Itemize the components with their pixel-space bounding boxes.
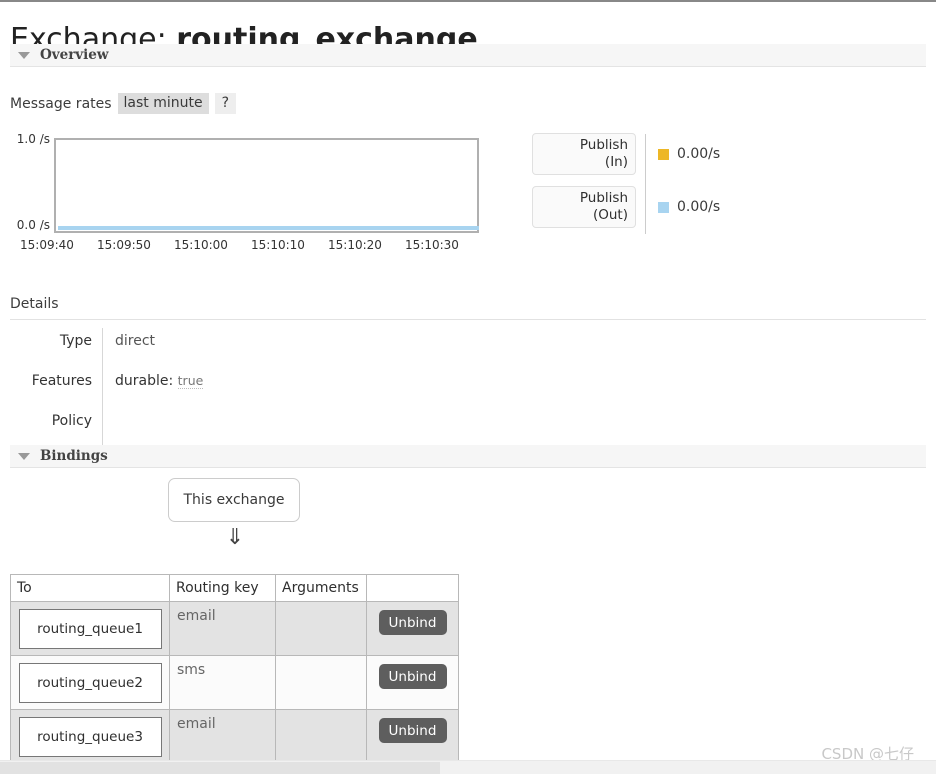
chart-x-tick: 15:10:10: [251, 238, 305, 252]
horizontal-scrollbar-thumb[interactable]: [0, 762, 440, 774]
bindings-table: To Routing key Arguments routing_queue1 …: [10, 574, 459, 764]
legend-row-publish-out: Publish (Out) 0.00/s: [532, 185, 802, 229]
details-value-type: direct: [115, 333, 156, 349]
message-rates-controls: Message rates last minute ?: [10, 93, 237, 114]
legend-rate-publish-in: 0.00/s: [677, 146, 721, 162]
queue-link[interactable]: routing_queue3: [18, 716, 162, 757]
binding-action-cell: Unbind: [366, 655, 459, 710]
bindings-column-to[interactable]: To: [10, 574, 170, 602]
details-divider: [10, 319, 926, 320]
routing-key-value: email: [177, 608, 216, 624]
chart-series-publish-out-line: [58, 226, 479, 230]
overview-section-header[interactable]: Overview: [10, 44, 926, 67]
chart-plot-area: [54, 138, 479, 233]
message-rates-label: Message rates: [10, 95, 112, 112]
bindings-table-header-row: To Routing key Arguments: [10, 574, 459, 602]
chart-y-tick-max: 1.0 /s: [16, 132, 50, 146]
legend-button-publish-out-line1: Publish: [579, 190, 628, 206]
chart-x-tick: 15:10:20: [328, 238, 382, 252]
legend-button-publish-out-line2: (Out): [592, 207, 628, 223]
routing-key-value: sms: [177, 662, 206, 678]
rates-period-selector[interactable]: last minute: [117, 93, 209, 114]
legend-button-publish-in-line2: (In): [604, 154, 628, 170]
binding-to-cell: routing_queue1: [10, 601, 170, 656]
legend-row-publish-in: Publish (In) 0.00/s: [532, 132, 802, 176]
binding-action-cell: Unbind: [366, 709, 459, 764]
legend-swatch-publish-in: [658, 148, 669, 160]
binding-to-cell: routing_queue3: [10, 709, 170, 764]
binding-arguments-cell: [275, 601, 367, 656]
legend-button-publish-in-line1: Publish: [579, 137, 628, 153]
details-row-type: Type direct: [10, 328, 203, 368]
chart-x-tick: 15:09:40: [20, 238, 74, 252]
triangle-down-icon[interactable]: [18, 51, 30, 59]
binding-arguments-cell: [275, 655, 367, 710]
table-row: routing_queue3 email Unbind: [10, 709, 459, 764]
legend-value-publish-out: 0.00/s: [658, 199, 720, 215]
binding-to-cell: routing_queue2: [10, 655, 170, 710]
chart-y-tick-min: 0.0 /s: [16, 218, 50, 232]
chart-legend: Publish (In) 0.00/s Publish (Out) 0.00/s: [532, 132, 802, 242]
double-down-arrow-icon: ⇓: [225, 525, 245, 550]
chart-x-axis-ticks: 15:09:40 15:09:50 15:10:00 15:10:10 15:1…: [20, 238, 500, 254]
unbind-button[interactable]: Unbind: [378, 664, 447, 689]
chart-x-tick: 15:09:50: [97, 238, 151, 252]
table-row: routing_queue1 email Unbind: [10, 601, 459, 656]
legend-rate-publish-out: 0.00/s: [677, 199, 721, 215]
chart-x-tick: 15:10:00: [174, 238, 228, 252]
bindings-column-arguments[interactable]: Arguments: [275, 574, 367, 602]
bindings-section-label: Bindings: [40, 448, 108, 464]
chart-x-tick: 15:10:30: [405, 238, 459, 252]
legend-button-publish-in[interactable]: Publish (In): [532, 133, 636, 175]
details-row-features: Features durable: true: [10, 368, 204, 408]
queue-link[interactable]: routing_queue2: [18, 662, 162, 703]
top-border-rule: [0, 0, 936, 2]
overview-section-label: Overview: [40, 47, 109, 63]
unbind-button[interactable]: Unbind: [378, 718, 447, 743]
routing-key-value: email: [177, 716, 216, 732]
feature-name-durable: durable:: [115, 373, 174, 389]
horizontal-scrollbar[interactable]: [0, 760, 936, 774]
legend-value-publish-in: 0.00/s: [658, 146, 720, 162]
table-row: routing_queue2 sms Unbind: [10, 655, 459, 710]
details-value-policy: [103, 408, 204, 448]
this-exchange-node[interactable]: This exchange: [168, 478, 300, 522]
details-table: Type direct Features durable: true Polic…: [10, 328, 204, 448]
rates-help-icon[interactable]: ?: [214, 93, 237, 114]
bindings-column-routing-key[interactable]: Routing key: [169, 574, 276, 602]
unbind-button[interactable]: Unbind: [378, 610, 447, 635]
message-rates-chart: 1.0 /s 0.0 /s 15:09:40 15:09:50 15:10:00…: [0, 128, 520, 253]
details-key-features: Features: [10, 368, 103, 408]
details-value-features: durable: true: [103, 368, 204, 408]
details-key-type: Type: [10, 328, 103, 368]
binding-action-cell: Unbind: [366, 601, 459, 656]
legend-swatch-publish-out: [658, 201, 669, 213]
binding-routing-key-cell: sms: [169, 655, 276, 710]
details-key-policy: Policy: [10, 408, 103, 448]
queue-link[interactable]: routing_queue1: [18, 608, 162, 649]
binding-arguments-cell: [275, 709, 367, 764]
bindings-section-header[interactable]: Bindings: [10, 445, 926, 468]
binding-routing-key-cell: email: [169, 601, 276, 656]
legend-button-publish-out[interactable]: Publish (Out): [532, 186, 636, 228]
details-row-policy: Policy: [10, 408, 203, 448]
feature-value-durable: true: [177, 373, 204, 389]
details-title: Details: [10, 296, 59, 312]
triangle-down-icon[interactable]: [18, 452, 30, 460]
bindings-column-actions: [366, 574, 459, 602]
binding-routing-key-cell: email: [169, 709, 276, 764]
